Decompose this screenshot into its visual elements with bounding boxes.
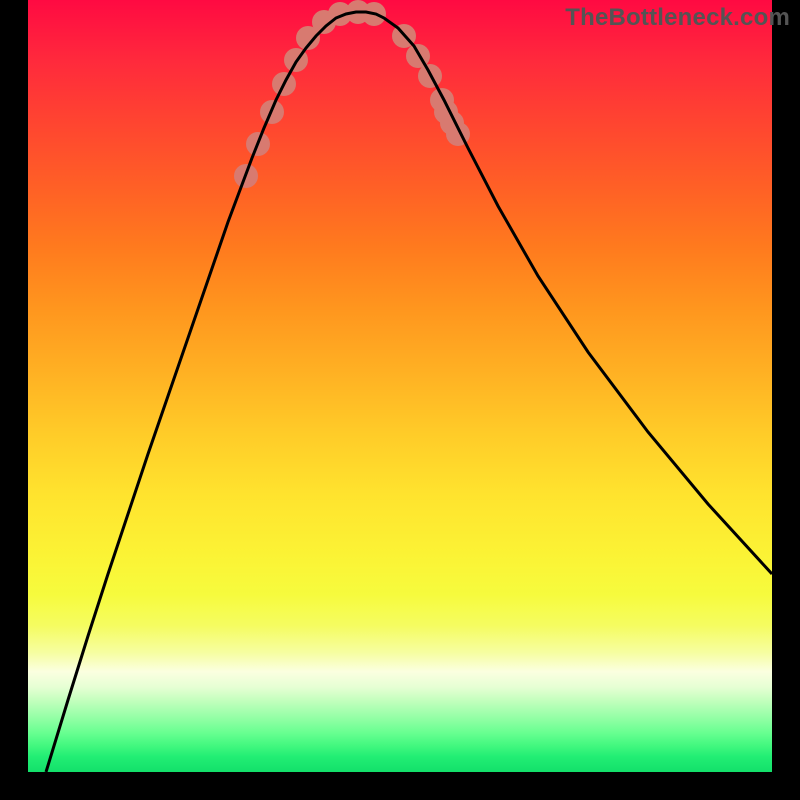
chart-svg [28, 0, 772, 772]
bottleneck-curve-path [46, 12, 772, 772]
marker-group [234, 0, 470, 188]
chart-plot-area [28, 0, 772, 772]
watermark-text: TheBottleneck.com [565, 4, 790, 32]
